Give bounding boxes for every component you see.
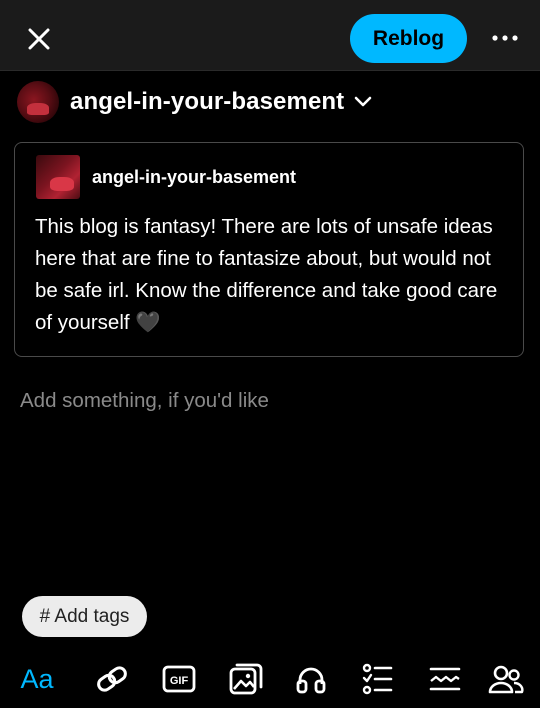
reblog-comment-input[interactable] bbox=[20, 385, 520, 417]
divider-button[interactable] bbox=[427, 655, 463, 703]
blog-avatar bbox=[17, 81, 59, 123]
link-icon bbox=[97, 666, 127, 692]
list-button[interactable] bbox=[359, 655, 395, 703]
image-icon bbox=[229, 663, 263, 695]
top-bar: Reblog bbox=[0, 0, 540, 71]
more-horizontal-icon bbox=[492, 35, 518, 41]
text-format-button[interactable]: Aa bbox=[16, 655, 58, 703]
post-body-text: This blog is fantasy! There are lots of … bbox=[35, 215, 498, 334]
svg-text:GIF: GIF bbox=[170, 675, 189, 687]
close-icon bbox=[28, 28, 50, 50]
list-icon bbox=[362, 663, 393, 695]
mention-button[interactable] bbox=[487, 655, 525, 703]
image-button[interactable] bbox=[227, 655, 265, 703]
mention-icon bbox=[488, 665, 524, 694]
gif-icon: GIF bbox=[162, 665, 196, 693]
add-tags-button[interactable]: # Add tags bbox=[22, 596, 147, 637]
more-options-button[interactable] bbox=[488, 26, 522, 50]
post-avatar[interactable] bbox=[36, 155, 80, 199]
chevron-down-icon[interactable] bbox=[354, 96, 372, 108]
close-button[interactable] bbox=[22, 22, 56, 56]
gif-button[interactable]: GIF bbox=[160, 655, 198, 703]
reblog-button[interactable]: Reblog bbox=[350, 14, 467, 63]
link-button[interactable] bbox=[92, 655, 132, 703]
post-blog-name[interactable]: angel-in-your-basement bbox=[92, 167, 296, 188]
audio-icon bbox=[296, 667, 326, 694]
text-format-icon: Aa bbox=[20, 663, 54, 694]
format-toolbar: Aa GIF bbox=[0, 655, 540, 703]
blog-selector[interactable]: angel-in-your-basement bbox=[17, 80, 372, 124]
divider-icon bbox=[429, 667, 461, 691]
reblogged-post: angel-in-your-basement This blog is fant… bbox=[14, 142, 524, 357]
blog-selector-name: angel-in-your-basement bbox=[70, 88, 345, 115]
post-header: angel-in-your-basement bbox=[36, 155, 296, 199]
audio-button[interactable] bbox=[293, 655, 329, 703]
